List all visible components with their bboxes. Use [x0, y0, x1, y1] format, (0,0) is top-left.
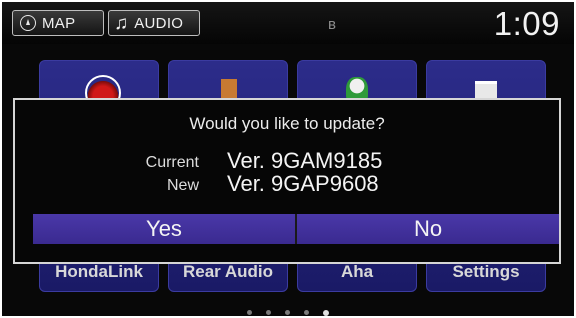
page-dot[interactable]: [304, 310, 309, 316]
head-unit-screen: MAP ♫ AUDIO ʙ 1:09 HondaLink Rear Audio …: [2, 2, 574, 316]
audio-tab-label: AUDIO: [134, 14, 184, 32]
page-dot[interactable]: [285, 310, 290, 316]
current-version-label: Current: [145, 154, 199, 171]
dialog-title: Would you like to update?: [189, 114, 385, 133]
new-version-value: Ver. 9GAP9608: [227, 171, 379, 196]
yes-button[interactable]: Yes: [33, 214, 295, 244]
page-dot[interactable]: [266, 310, 271, 316]
tile-label: Aha: [340, 262, 374, 281]
music-note-icon: ♫: [114, 12, 129, 34]
map-tab-label: MAP: [42, 14, 76, 32]
audio-tab-button[interactable]: ♫ AUDIO: [108, 10, 200, 36]
page-dot[interactable]: [247, 310, 252, 316]
compass-icon: [20, 15, 36, 31]
tile-label: Settings: [452, 262, 520, 281]
new-version-row: New Ver. 9GAP9608: [15, 171, 559, 197]
tile-label: HondaLink: [55, 262, 143, 281]
rear-audio-icon: [221, 79, 237, 99]
clock: 1:09: [493, 5, 560, 42]
new-version-label: New: [166, 177, 199, 194]
tile-label: Rear Audio: [182, 262, 274, 281]
status-bar: MAP ♫ AUDIO ʙ 1:09: [2, 2, 574, 44]
page-indicator: [2, 304, 574, 316]
dialog-button-row: Yes No: [33, 214, 559, 244]
update-dialog: Would you like to update? Current Ver. 9…: [13, 98, 561, 264]
no-button[interactable]: No: [297, 214, 559, 244]
page-dot-active[interactable]: [323, 309, 329, 316]
bluetooth-icon: ʙ: [328, 16, 336, 33]
map-tab-button[interactable]: MAP: [12, 10, 104, 36]
